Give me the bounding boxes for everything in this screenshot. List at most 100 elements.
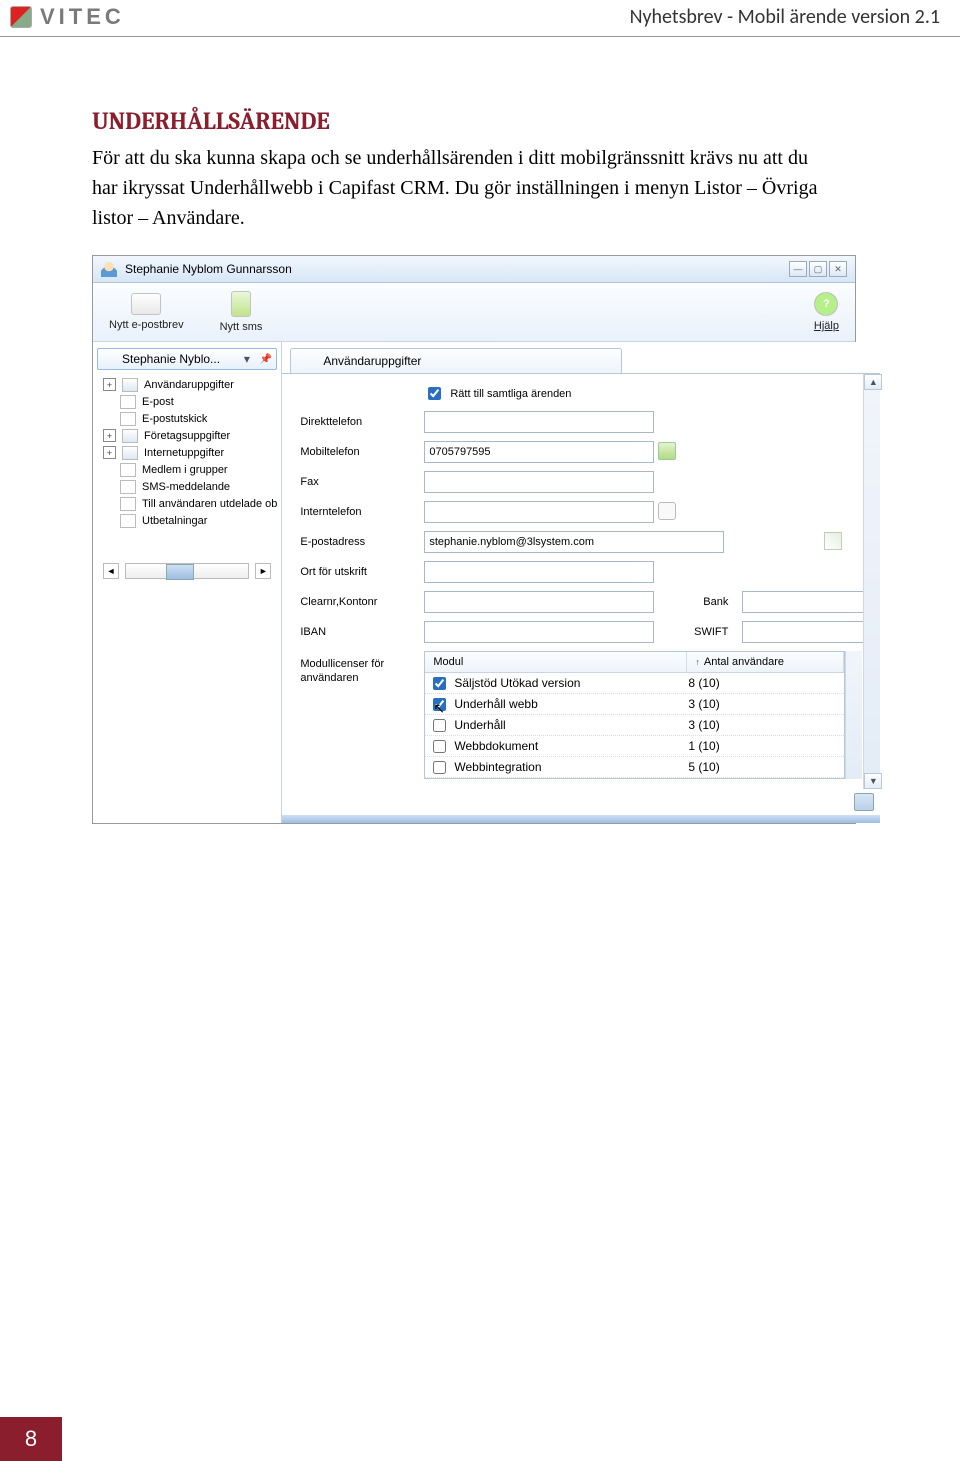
module-checkbox[interactable] [433, 698, 446, 711]
label-clearnr: Clearnr,Kontonr [300, 596, 410, 608]
module-name: Säljstöd Utökad version [454, 676, 580, 690]
chevron-down-icon: ▾ [244, 352, 250, 366]
tree-item[interactable]: Till användaren utdelade ob [103, 495, 277, 512]
tree-node-icon [122, 378, 138, 392]
user-form: ▲ ▼ Rätt till samtliga ärenden Direkttel… [282, 373, 880, 789]
pin-icon: 📌 [260, 354, 272, 365]
tree-indent [103, 464, 114, 475]
window-close-button[interactable]: ✕ [829, 261, 847, 277]
tab-user-settings[interactable]: Användaruppgifter [290, 348, 622, 373]
tree-item[interactable]: E-post [103, 393, 277, 410]
modules-table: Modul ↑Antal användare Säljstöd Utökad v… [424, 651, 845, 779]
modules-vscroll[interactable] [845, 651, 862, 779]
module-row[interactable]: Webbdokument1 (10) [425, 736, 844, 757]
module-checkbox[interactable] [433, 719, 446, 732]
help-button[interactable]: ? Hjälp [814, 292, 839, 332]
module-count: 5 (10) [680, 757, 844, 777]
input-clearnr[interactable] [424, 591, 654, 613]
tree-item-label: Internetuppgifter [144, 447, 224, 459]
tree-indent [103, 413, 114, 424]
col-module[interactable]: Modul [425, 652, 687, 672]
input-swift[interactable] [742, 621, 872, 643]
tree-node-icon [120, 463, 136, 477]
phone-icon [231, 291, 251, 317]
scrollbar-track[interactable] [125, 563, 249, 579]
module-name: Underhåll webb [454, 697, 537, 711]
new-email-button[interactable]: Nytt e-postbrev [109, 293, 184, 331]
scroll-up-icon[interactable]: ▲ [864, 374, 882, 390]
new-sms-button[interactable]: Nytt sms [220, 291, 263, 333]
tree-indent [103, 498, 114, 509]
label-mobiltelefon: Mobiltelefon [300, 446, 410, 458]
expand-icon[interactable]: + [103, 446, 116, 459]
tree-item[interactable]: Utbetalningar [103, 512, 277, 529]
contact-card-icon[interactable] [824, 532, 842, 550]
tree-item[interactable]: E-postutskick [103, 410, 277, 427]
embedded-screenshot: Stephanie Nyblom Gunnarsson — ▢ ✕ Nytt e… [92, 255, 856, 824]
input-ort[interactable] [424, 561, 654, 583]
help-label: Hjälp [814, 320, 839, 332]
label-ort: Ort för utskrift [300, 566, 410, 578]
window-maximize-button[interactable]: ▢ [809, 261, 827, 277]
all-cases-checkbox[interactable] [428, 387, 441, 400]
module-name: Underhåll [454, 718, 505, 732]
input-interntelefon[interactable] [424, 501, 654, 523]
tree-item[interactable]: SMS-meddelande [103, 478, 277, 495]
module-count: 1 (10) [680, 736, 844, 756]
input-email[interactable] [424, 531, 724, 553]
tree-item[interactable]: +Företagsuppgifter [103, 427, 277, 444]
input-mobiltelefon[interactable] [424, 441, 654, 463]
tree-hscroll[interactable]: ◄ ► [97, 563, 277, 579]
tree-node-icon [120, 480, 136, 494]
envelope-icon [131, 293, 161, 315]
module-row[interactable]: Underhåll webb↖3 (10) [425, 694, 844, 715]
col-users[interactable]: ↑Antal användare [687, 652, 844, 672]
form-vscroll[interactable]: ▲ ▼ [863, 374, 880, 789]
print-icon[interactable] [854, 793, 874, 811]
expand-icon[interactable]: + [103, 378, 116, 391]
module-count: 3 (10) [680, 715, 844, 735]
window-minimize-button[interactable]: — [789, 261, 807, 277]
tree-item-label: Användaruppgifter [144, 379, 234, 391]
label-module-licenses: Modullicenser för användaren [300, 651, 410, 686]
scroll-left-icon[interactable]: ◄ [103, 563, 119, 579]
input-bank[interactable] [742, 591, 872, 613]
input-iban[interactable] [424, 621, 654, 643]
user-icon [301, 354, 315, 368]
module-row[interactable]: Underhåll 3 (10) [425, 715, 844, 736]
tree-item[interactable]: + Internetuppgifter [103, 444, 277, 461]
nav-tree: Stephanie Nyblo... ▾ 📌 + Användaruppgifte… [93, 342, 282, 823]
window-title-text: Stephanie Nyblom Gunnarsson [125, 262, 292, 276]
tree-item-label: E-postutskick [142, 413, 207, 425]
mobile-action-icon[interactable] [658, 442, 676, 460]
module-name: Webbintegration [454, 760, 541, 774]
input-direkttelefon[interactable] [424, 411, 654, 433]
user-avatar-icon [102, 352, 116, 366]
all-cases-label: Rätt till samtliga ärenden [450, 388, 571, 400]
tree-item-label: Utbetalningar [142, 515, 207, 527]
module-checkbox[interactable] [433, 761, 446, 774]
tree-item[interactable]: Medlem i grupper [103, 461, 277, 478]
module-row[interactable]: Webbintegration 5 (10) [425, 757, 844, 778]
label-email: E-postadress [300, 536, 410, 548]
label-bank: Bank [658, 596, 728, 608]
tree-item[interactable]: + Användaruppgifter [103, 376, 277, 393]
scroll-right-icon[interactable]: ► [255, 563, 271, 579]
user-icon [101, 261, 117, 277]
module-row[interactable]: Säljstöd Utökad version8 (10) [425, 673, 844, 694]
tree-item-label: SMS-meddelande [142, 481, 230, 493]
window-titlebar: Stephanie Nyblom Gunnarsson — ▢ ✕ [93, 256, 855, 283]
chat-action-icon[interactable] [658, 502, 676, 520]
label-interntelefon: Interntelefon [300, 506, 410, 518]
tree-user-selector[interactable]: Stephanie Nyblo... ▾ 📌 [97, 348, 277, 370]
tree-node-icon [120, 412, 136, 426]
module-checkbox[interactable] [433, 740, 446, 753]
section-heading: UNDERHÅLLSÄRENDE [92, 107, 868, 135]
scroll-down-icon[interactable]: ▼ [864, 773, 882, 789]
scrollbar-thumb[interactable] [166, 564, 194, 580]
module-checkbox[interactable] [433, 677, 446, 690]
tree-indent [103, 515, 114, 526]
input-fax[interactable] [424, 471, 654, 493]
window-footer-strip [282, 815, 880, 823]
expand-icon[interactable]: + [103, 429, 116, 442]
